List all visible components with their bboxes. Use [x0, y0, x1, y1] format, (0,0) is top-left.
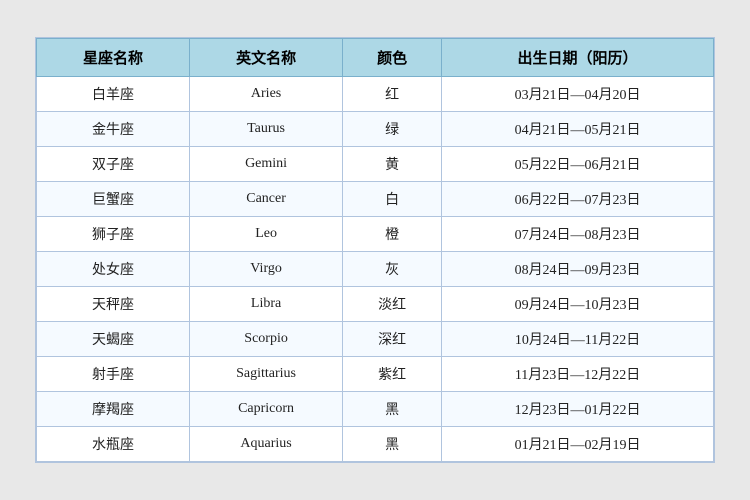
table-body: 白羊座Aries红03月21日—04月20日金牛座Taurus绿04月21日—0…	[37, 77, 714, 462]
cell-chinese-name: 天蝎座	[37, 322, 190, 357]
cell-english-name: Gemini	[190, 147, 343, 182]
cell-dates: 08月24日—09月23日	[442, 252, 714, 287]
table-row: 摩羯座Capricorn黑12月23日—01月22日	[37, 392, 714, 427]
cell-chinese-name: 摩羯座	[37, 392, 190, 427]
cell-english-name: Aries	[190, 77, 343, 112]
cell-dates: 04月21日—05月21日	[442, 112, 714, 147]
table-row: 天蝎座Scorpio深红10月24日—11月22日	[37, 322, 714, 357]
cell-color: 绿	[343, 112, 442, 147]
cell-color: 黄	[343, 147, 442, 182]
header-color: 颜色	[343, 39, 442, 77]
cell-dates: 07月24日—08月23日	[442, 217, 714, 252]
cell-chinese-name: 射手座	[37, 357, 190, 392]
cell-chinese-name: 双子座	[37, 147, 190, 182]
cell-chinese-name: 狮子座	[37, 217, 190, 252]
table-row: 金牛座Taurus绿04月21日—05月21日	[37, 112, 714, 147]
cell-chinese-name: 天秤座	[37, 287, 190, 322]
cell-dates: 06月22日—07月23日	[442, 182, 714, 217]
table-row: 狮子座Leo橙07月24日—08月23日	[37, 217, 714, 252]
cell-dates: 01月21日—02月19日	[442, 427, 714, 462]
cell-color: 紫红	[343, 357, 442, 392]
table-row: 双子座Gemini黄05月22日—06月21日	[37, 147, 714, 182]
cell-dates: 09月24日—10月23日	[442, 287, 714, 322]
cell-chinese-name: 白羊座	[37, 77, 190, 112]
table-row: 射手座Sagittarius紫红11月23日—12月22日	[37, 357, 714, 392]
table-header-row: 星座名称 英文名称 颜色 出生日期（阳历）	[37, 39, 714, 77]
cell-english-name: Capricorn	[190, 392, 343, 427]
cell-english-name: Aquarius	[190, 427, 343, 462]
cell-english-name: Virgo	[190, 252, 343, 287]
table-row: 处女座Virgo灰08月24日—09月23日	[37, 252, 714, 287]
cell-color: 灰	[343, 252, 442, 287]
cell-english-name: Libra	[190, 287, 343, 322]
table-row: 天秤座Libra淡红09月24日—10月23日	[37, 287, 714, 322]
cell-dates: 05月22日—06月21日	[442, 147, 714, 182]
cell-english-name: Sagittarius	[190, 357, 343, 392]
cell-english-name: Cancer	[190, 182, 343, 217]
cell-color: 红	[343, 77, 442, 112]
cell-color: 黑	[343, 427, 442, 462]
cell-chinese-name: 金牛座	[37, 112, 190, 147]
header-dates: 出生日期（阳历）	[442, 39, 714, 77]
cell-dates: 12月23日—01月22日	[442, 392, 714, 427]
cell-color: 黑	[343, 392, 442, 427]
zodiac-table-container: 星座名称 英文名称 颜色 出生日期（阳历） 白羊座Aries红03月21日—04…	[35, 37, 715, 463]
cell-color: 深红	[343, 322, 442, 357]
table-row: 巨蟹座Cancer白06月22日—07月23日	[37, 182, 714, 217]
zodiac-table: 星座名称 英文名称 颜色 出生日期（阳历） 白羊座Aries红03月21日—04…	[36, 38, 714, 462]
cell-chinese-name: 处女座	[37, 252, 190, 287]
table-row: 水瓶座Aquarius黑01月21日—02月19日	[37, 427, 714, 462]
cell-color: 白	[343, 182, 442, 217]
header-english-name: 英文名称	[190, 39, 343, 77]
cell-color: 淡红	[343, 287, 442, 322]
cell-english-name: Taurus	[190, 112, 343, 147]
cell-dates: 10月24日—11月22日	[442, 322, 714, 357]
cell-chinese-name: 巨蟹座	[37, 182, 190, 217]
header-chinese-name: 星座名称	[37, 39, 190, 77]
cell-dates: 03月21日—04月20日	[442, 77, 714, 112]
cell-color: 橙	[343, 217, 442, 252]
cell-dates: 11月23日—12月22日	[442, 357, 714, 392]
cell-english-name: Scorpio	[190, 322, 343, 357]
table-row: 白羊座Aries红03月21日—04月20日	[37, 77, 714, 112]
cell-chinese-name: 水瓶座	[37, 427, 190, 462]
cell-english-name: Leo	[190, 217, 343, 252]
